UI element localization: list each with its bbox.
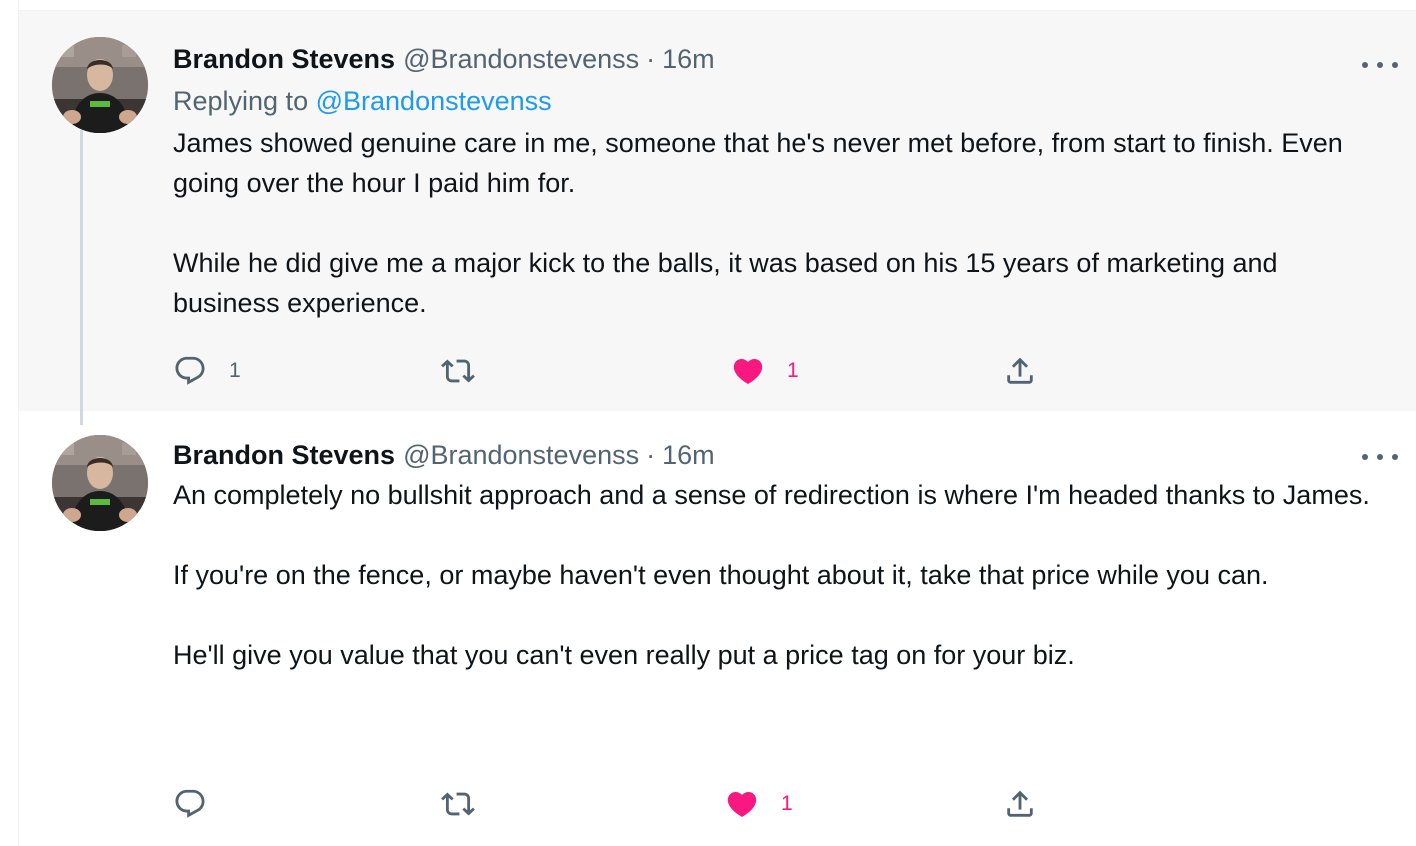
like-button[interactable]: 1 xyxy=(725,784,793,824)
heart-filled-icon xyxy=(727,791,757,817)
tweet-paragraph: James showed genuine care in me, someone… xyxy=(173,128,1343,198)
more-horizontal-icon-dot xyxy=(1362,62,1368,68)
reply-icon xyxy=(175,789,205,818)
more-horizontal-icon-dot xyxy=(1392,454,1398,460)
like-button[interactable]: 1 xyxy=(731,351,799,391)
tweet-paragraph: He'll give you value that you can't even… xyxy=(173,640,1075,670)
tweet-header: Brandon Stevens @Brandonstevenss · 16m xyxy=(173,39,1376,79)
share-icon xyxy=(1007,357,1033,384)
like-count: 1 xyxy=(787,359,799,382)
more-horizontal-icon-dot xyxy=(1377,454,1383,460)
share-icon xyxy=(1007,790,1033,817)
timestamp[interactable]: 16m xyxy=(662,44,715,75)
avatar[interactable] xyxy=(52,435,148,531)
more-horizontal-icon-dot xyxy=(1377,62,1383,68)
more-horizontal-icon-dot xyxy=(1362,454,1368,460)
tweet-actions: 1 1 xyxy=(173,351,1073,391)
retweet-icon xyxy=(441,359,475,383)
replying-to-handle-link[interactable]: @Brandonstevenss xyxy=(316,86,552,116)
reply-button[interactable] xyxy=(173,784,229,824)
tweet-actions: 1 xyxy=(173,784,1073,824)
more-options-button[interactable] xyxy=(1362,55,1398,75)
author-name[interactable]: Brandon Stevens xyxy=(173,440,395,471)
reply-icon xyxy=(175,356,205,385)
tweet-paragraph: An completely no bullshit approach and a… xyxy=(173,480,1370,510)
retweet-button[interactable] xyxy=(441,351,497,391)
tweet-header: Brandon Stevens @Brandonstevenss · 16m xyxy=(173,435,1376,475)
more-options-button[interactable] xyxy=(1362,447,1398,467)
separator-dot: · xyxy=(646,43,656,74)
tweet-text: James showed genuine care in me, someone… xyxy=(173,123,1376,323)
more-horizontal-icon-dot xyxy=(1392,62,1398,68)
avatar[interactable] xyxy=(52,37,148,133)
thread-connector-line xyxy=(80,130,83,425)
share-button[interactable] xyxy=(1003,351,1037,391)
tweet-2[interactable]: Brandon Stevens @Brandonstevenss · 16m A… xyxy=(19,411,1416,846)
author-handle[interactable]: @Brandonstevenss xyxy=(403,44,639,75)
reply-button[interactable]: 1 xyxy=(173,351,241,391)
heart-filled-icon xyxy=(733,358,763,384)
tweet-1[interactable]: Brandon Stevens @Brandonstevenss · 16m R… xyxy=(19,11,1416,411)
timestamp[interactable]: 16m xyxy=(662,440,715,471)
tweet-paragraph: While he did give me a major kick to the… xyxy=(173,248,1278,318)
author-handle[interactable]: @Brandonstevenss xyxy=(403,440,639,471)
tweet-text: An completely no bullshit approach and a… xyxy=(173,475,1376,675)
tweet-paragraph: If you're on the fence, or maybe haven't… xyxy=(173,560,1269,590)
share-button[interactable] xyxy=(1003,784,1037,824)
retweet-button[interactable] xyxy=(441,784,497,824)
author-name[interactable]: Brandon Stevens xyxy=(173,44,395,75)
replying-to-label: Replying to xyxy=(173,86,309,116)
like-count: 1 xyxy=(781,792,793,815)
reply-count: 1 xyxy=(229,359,241,382)
replying-to: Replying to @Brandonstevenss xyxy=(173,79,1376,123)
retweet-icon xyxy=(441,792,475,816)
separator-dot: · xyxy=(646,439,656,470)
